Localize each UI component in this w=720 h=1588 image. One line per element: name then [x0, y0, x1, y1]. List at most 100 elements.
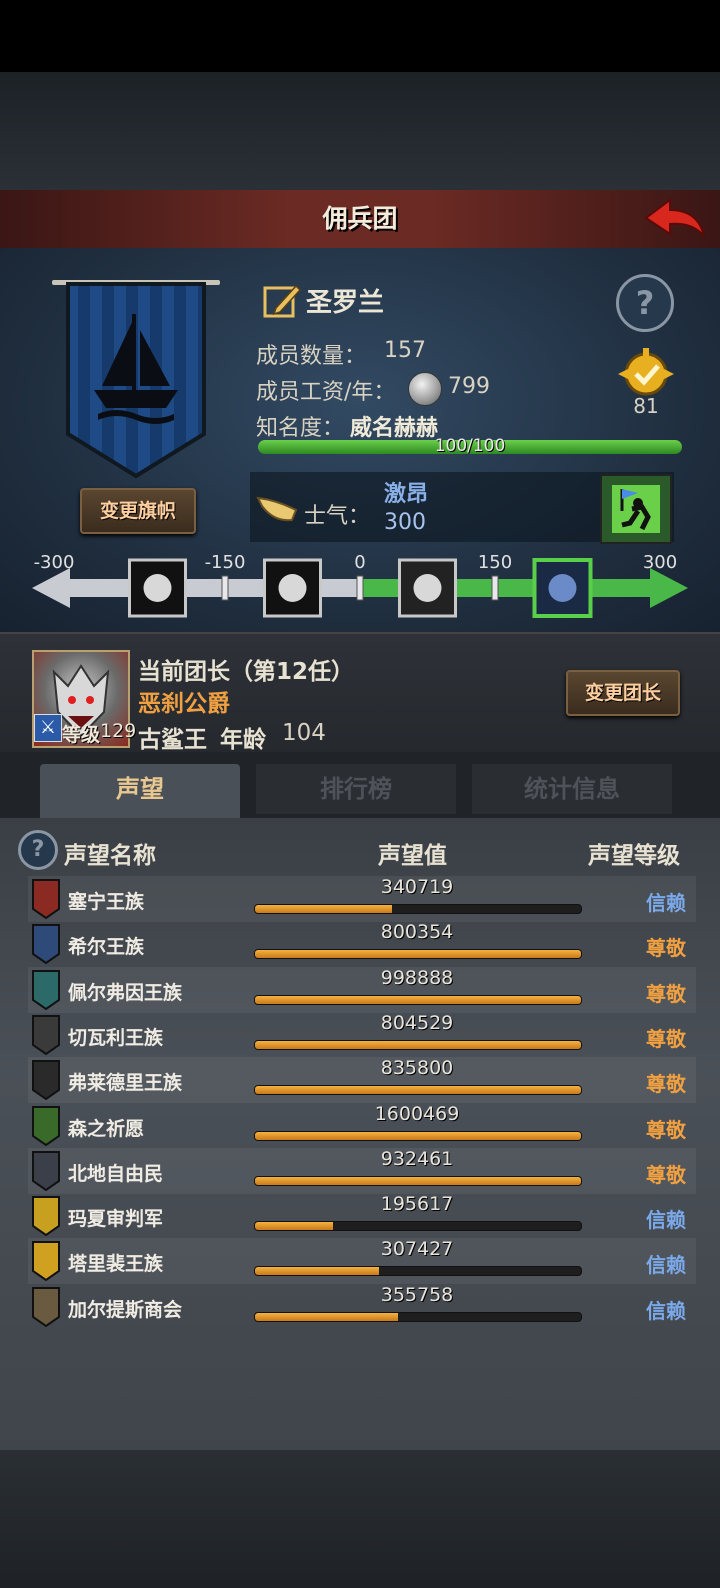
reputation-level: 尊敬: [646, 981, 686, 1006]
reputation-value: 340719: [380, 876, 454, 898]
reputation-value: 355758: [380, 1283, 454, 1306]
table-row[interactable]: 塔里裴王族 307427 信赖: [28, 1238, 696, 1285]
reputation-progress-fill: [255, 950, 581, 959]
members-label: 成员数量：: [256, 344, 367, 369]
faction-crest-icon: [32, 1286, 60, 1327]
faction-name: 佩尔弗因王族: [68, 981, 183, 1004]
scale-tick-label: -300: [34, 552, 75, 573]
reputation-progress-bar: [254, 1266, 582, 1277]
table-row[interactable]: 佩尔弗因王族 998888 尊敬: [28, 966, 696, 1013]
reputation-progress-fill: [255, 905, 392, 913]
reputation-value: 804529: [380, 1011, 454, 1034]
leader-level-label: 等级: [62, 724, 101, 746]
reputation-value: 835800: [380, 1057, 454, 1080]
faction-crest-icon: [32, 969, 60, 1010]
leader-section: ⚔ 等级 129 当前团长（第12任） 恶刹公爵 古鲨王 年龄 104 变更团长: [0, 632, 720, 754]
table-row[interactable]: 森之祈愿 1600469 尊敬: [28, 1103, 696, 1149]
reputation-progress-bar: [254, 949, 582, 960]
faction-crest-icon: [32, 1150, 60, 1191]
reputation-panel: ? 声望名称 声望值 声望等级 塞宁王族 340719 信赖 希尔王族 800354 尊敬…: [0, 818, 720, 1450]
guild-rank-badge-icon[interactable]: [614, 348, 678, 400]
help-button[interactable]: ?: [616, 274, 674, 332]
right-arrow-icon: [630, 568, 688, 608]
reputation-level: 信赖: [646, 891, 686, 915]
leader-age-label: 年龄: [220, 727, 266, 753]
faction-crest-icon: [32, 879, 60, 919]
table-row[interactable]: 玛夏审判军 195617 信赖: [28, 1193, 696, 1239]
change-banner-button[interactable]: 变更旗帜: [80, 488, 196, 534]
table-help-button[interactable]: ?: [18, 830, 58, 870]
morale-value: 300: [384, 510, 426, 535]
reputation-level: 信赖: [646, 1208, 686, 1233]
edit-name-icon[interactable]: [262, 280, 302, 320]
faction-name: 希尔王族: [68, 936, 145, 959]
question-mark-icon: ?: [635, 284, 655, 322]
guild-banner[interactable]: [66, 282, 206, 478]
page-title: 佣兵团: [322, 204, 398, 233]
faction-crest-icon: [32, 1014, 60, 1055]
leader-race: 古鲨王: [138, 727, 207, 753]
reputation-level: 尊敬: [646, 936, 686, 961]
reputation-level: 信赖: [646, 1298, 686, 1323]
scale-tick-label: 0: [354, 552, 365, 573]
table-row[interactable]: 加尔提斯商会 355758 信赖: [28, 1284, 696, 1330]
salary-label: 成员工资/年：: [256, 380, 396, 405]
table-row[interactable]: 北地自由民 932461 尊敬: [28, 1147, 696, 1194]
background-bottom: [0, 1450, 720, 1588]
leader-age-value: 104: [282, 720, 326, 746]
reputation-progress-bar: [254, 1311, 582, 1322]
faction-name: 森之祈愿: [68, 1117, 145, 1140]
reputation-value: 307427: [380, 1238, 454, 1261]
faction-name: 塔里裴王族: [68, 1253, 164, 1276]
reputation-progress-bar: [254, 1130, 582, 1141]
reputation-progress-fill: [255, 1267, 379, 1276]
scale-tick: [491, 575, 499, 601]
reputation-value: 932461: [380, 1147, 454, 1170]
calm-figure-icon-glyph: [413, 574, 442, 602]
faction-name: 弗莱德里王族: [68, 1072, 183, 1095]
charge-spears-icon-glyph: [548, 574, 577, 602]
reputation-value: 998888: [380, 966, 454, 989]
silver-coin-icon: [408, 372, 442, 406]
reputation-level: 尊敬: [646, 1026, 686, 1051]
faction-name: 塞宁王族: [68, 891, 145, 913]
change-leader-button[interactable]: 变更团长: [566, 670, 680, 716]
morale-label: 士气：: [304, 504, 371, 529]
morale-status-icon[interactable]: [600, 474, 672, 544]
leader-title: 当前团长（第12任）: [138, 659, 355, 685]
reputation-progress-fill: [255, 1040, 581, 1049]
column-header-level: 声望等级: [588, 843, 680, 869]
faction-crest-icon: [32, 1241, 60, 1282]
reputation-progress-fill: [255, 1176, 581, 1185]
status-bar-area: [0, 0, 720, 72]
fame-progress-text: 100/100: [434, 436, 506, 456]
reputation-progress-bar: [254, 1175, 582, 1186]
table-row[interactable]: 塞宁王族 340719 信赖: [28, 876, 696, 922]
tab-statistics[interactable]: 统计信息: [472, 764, 672, 814]
despair-figure-icon-glyph: [278, 574, 307, 602]
reputation-progress-fill: [255, 1086, 581, 1095]
reputation-value: 1600469: [374, 1102, 460, 1125]
table-row[interactable]: 希尔王族 800354 尊敬: [28, 921, 696, 967]
guild-info-panel: 变更旗帜 圣罗兰 ? 成员数量： 157 成员工资/年： 799 知名度： 威名…: [0, 248, 720, 632]
tab-reputation[interactable]: 声望: [40, 764, 240, 818]
faction-name: 切瓦利王族: [68, 1026, 164, 1049]
reputation-value: 800354: [380, 921, 454, 944]
faction-crest-icon: [32, 1105, 60, 1146]
reputation-progress-bar: [254, 994, 582, 1005]
tab-leaderboard[interactable]: 排行榜: [256, 764, 456, 814]
faction-crest-icon: [32, 1196, 60, 1237]
reputation-progress-fill: [255, 1222, 334, 1231]
eye-blind-icon-glyph: [143, 574, 172, 602]
scale-tick-label: 300: [643, 552, 677, 573]
morale-state: 激昂: [384, 482, 429, 507]
faction-crest-icon: [32, 924, 60, 965]
table-row[interactable]: 切瓦利王族 804529 尊敬: [28, 1012, 696, 1058]
charging-figure-icon: [612, 485, 660, 533]
table-row[interactable]: 弗莱德里王族 835800 尊敬: [28, 1057, 696, 1104]
members-value: 157: [384, 338, 426, 363]
morale-scale: -300 -150 0 150 300: [30, 548, 690, 628]
back-arrow-icon[interactable]: [642, 196, 708, 242]
reputation-progress-bar: [254, 1085, 582, 1096]
reputation-level: 尊敬: [646, 1072, 686, 1097]
